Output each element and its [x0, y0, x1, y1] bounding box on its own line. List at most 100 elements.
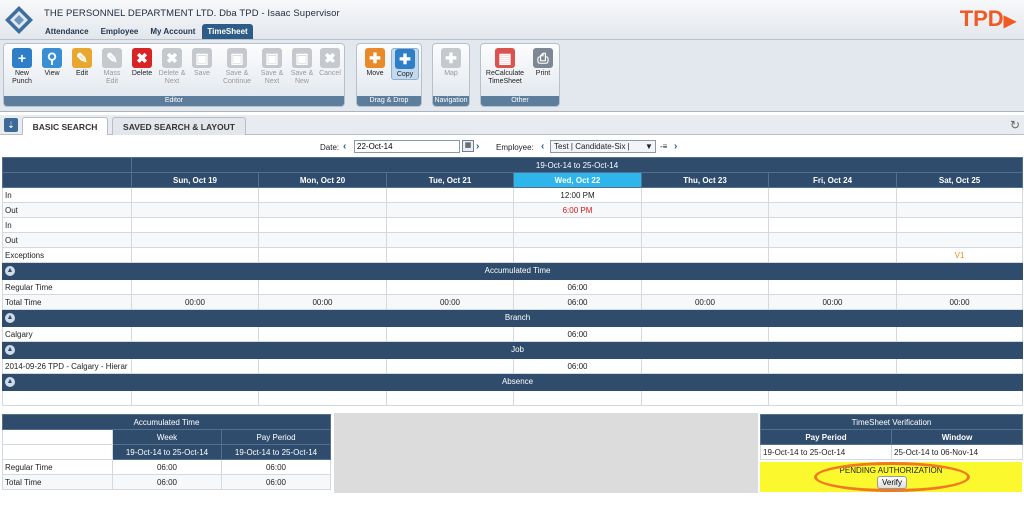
summary-total-week: 06:00: [112, 474, 222, 490]
day-header-fri[interactable]: Fri, Oct 24: [768, 172, 897, 188]
pay-period-range: 19-Oct-14 to 25-Oct-14: [220, 444, 332, 460]
bottom-spacer: [334, 413, 758, 493]
new-punch-button[interactable]: + New Punch: [8, 48, 36, 86]
edit-button[interactable]: ✎ Edit: [68, 48, 96, 78]
highlight-annotation: [814, 462, 970, 492]
top-bar: THE PERSONNEL DEPARTMENT LTD. Dba TPD - …: [0, 0, 1024, 40]
drag-drop-group-label: Drag & Drop: [357, 96, 421, 106]
table-row: Calgary 06:00: [2, 326, 1024, 342]
view-button[interactable]: ⚲ View: [38, 48, 66, 78]
delete-next-button[interactable]: ✖ Delete & Next: [158, 48, 186, 86]
cancel-icon: ✖: [320, 48, 340, 68]
day-header-wed[interactable]: Wed, Oct 22: [513, 172, 642, 188]
prev-employee-icon[interactable]: ‹: [541, 141, 544, 152]
day-header-sun[interactable]: Sun, Oct 19: [131, 172, 259, 188]
prev-date-icon[interactable]: ‹: [343, 141, 346, 152]
recalculate-button[interactable]: ▦ ReCalculate TimeSheet: [483, 48, 527, 86]
pencil-icon: ✎: [72, 48, 92, 68]
table-row: Exceptions V1: [2, 247, 1024, 263]
save-new-button[interactable]: ▣ Save & New: [288, 48, 316, 86]
toolbar-ribbon: + New Punch ⚲ View ✎ Edit ✎ Mass Edit ✖ Delet…: [0, 40, 1024, 112]
col-pay-period: Pay Period: [220, 429, 332, 445]
total-time-cell: 00:00: [131, 294, 259, 310]
menu-timesheet[interactable]: TimeSheet: [202, 24, 253, 39]
total-time-cell: 00:00: [641, 294, 769, 310]
punch-out-cell[interactable]: 6:00 PM: [513, 202, 642, 218]
employee-options-icon[interactable]: -≡: [660, 142, 667, 151]
table-row: Total Time 06:00 06:00: [2, 474, 332, 490]
day-header-thu[interactable]: Thu, Oct 23: [641, 172, 769, 188]
save-next-icon: ▣: [262, 48, 282, 68]
week-range: 19-Oct-14 to 25-Oct-14: [112, 444, 222, 460]
save-button[interactable]: ▣ Save: [188, 48, 216, 78]
job-name: 2014-09-26 TPD - Calgary - Hierar: [2, 358, 132, 374]
regular-time-cell: 06:00: [513, 279, 642, 295]
week-range-header: 19-Oct-14 to 25-Oct-14: [130, 157, 1024, 173]
drag-drop-group: ✚ Move ✚ Copy Drag & Drop: [356, 43, 422, 107]
collapse-icon[interactable]: ⇣: [4, 118, 18, 132]
job-section[interactable]: ▲ Job: [1, 341, 1024, 359]
collapse-up-icon[interactable]: ▲: [5, 313, 15, 323]
delete-icon: ✖: [132, 48, 152, 68]
copy-button[interactable]: ✚ Copy: [391, 48, 419, 80]
row-label-exceptions: Exceptions: [2, 247, 132, 263]
save-next-button[interactable]: ▣ Save & Next: [258, 48, 286, 86]
exception-code-link[interactable]: V1: [895, 247, 1024, 263]
next-date-icon[interactable]: ›: [476, 141, 479, 152]
editor-group-label: Editor: [4, 96, 344, 106]
editor-group: + New Punch ⚲ View ✎ Edit ✎ Mass Edit ✖ Delet…: [3, 43, 345, 107]
collapse-up-icon[interactable]: ▲: [5, 377, 15, 387]
calculator-icon: ▦: [495, 48, 515, 68]
col-pay-period: Pay Period: [760, 429, 892, 445]
total-time-cell: 00:00: [895, 294, 1024, 310]
other-group-label: Other: [481, 96, 559, 106]
menu-my-account[interactable]: My Account: [145, 24, 200, 39]
search-tabs-bar: ⇣ BASIC SEARCH SAVED SEARCH & LAYOUT ↻: [0, 115, 1024, 135]
mass-edit-button[interactable]: ✎ Mass Edit: [98, 48, 126, 86]
absence-section[interactable]: ▲ Absence: [1, 373, 1024, 391]
main-menu: Attendance Employee My Account TimeSheet: [40, 24, 255, 40]
save-continue-button[interactable]: ▣ Save & Continue: [220, 48, 254, 86]
refresh-icon[interactable]: ↻: [1010, 118, 1020, 132]
move-button[interactable]: ✚ Move: [361, 48, 389, 78]
menu-attendance[interactable]: Attendance: [40, 24, 94, 39]
col-week: Week: [112, 429, 222, 445]
accumulated-time-section[interactable]: ▲ Accumulated Time: [1, 262, 1024, 280]
day-header-sat[interactable]: Sat, Oct 25: [895, 172, 1024, 188]
col-window: Window: [891, 429, 1023, 445]
delete-button[interactable]: ✖ Delete: [128, 48, 156, 78]
timesheet-verification: TimeSheet Verification Pay Period Window…: [760, 414, 1023, 460]
table-row: In: [2, 217, 1024, 233]
date-label: Date:: [320, 143, 340, 152]
cancel-button[interactable]: ✖ Cancel: [316, 48, 344, 78]
summary-regular-label: Regular Time: [2, 459, 113, 475]
punch-in-cell[interactable]: 12:00 PM: [513, 187, 642, 203]
total-time-cell: 06:00: [513, 294, 642, 310]
employee-select[interactable]: Test | Candidate-Six | ▼: [550, 140, 656, 153]
menu-employee[interactable]: Employee: [96, 24, 144, 39]
map-button[interactable]: ✚ Map: [437, 48, 465, 78]
tab-saved-search-layout[interactable]: SAVED SEARCH & LAYOUT: [112, 117, 246, 135]
table-row: Regular Time 06:00 06:00: [2, 459, 332, 475]
move-icon: ✚: [365, 48, 385, 68]
job-time-cell: 06:00: [513, 358, 642, 374]
accumulated-time-summary: Accumulated Time Week Pay Period 19-Oct-…: [1, 414, 332, 490]
navigation-group: ✚ Map Navigation: [432, 43, 470, 107]
collapse-up-icon[interactable]: ▲: [5, 266, 15, 276]
tab-basic-search[interactable]: BASIC SEARCH: [22, 117, 108, 135]
mass-edit-icon: ✎: [102, 48, 122, 68]
summary-regular-pay: 06:00: [220, 459, 332, 475]
table-row: In 12:00 PM: [2, 187, 1024, 203]
next-employee-icon[interactable]: ›: [674, 141, 677, 152]
calendar-icon[interactable]: ▦: [462, 140, 474, 152]
date-input[interactable]: [354, 140, 460, 153]
day-header-mon[interactable]: Mon, Oct 20: [258, 172, 387, 188]
branch-section[interactable]: ▲ Branch: [1, 309, 1024, 327]
print-button[interactable]: ⎙ Print: [529, 48, 557, 78]
copy-icon: ✚: [395, 49, 415, 69]
row-label-out: Out: [2, 232, 132, 248]
day-header-tue[interactable]: Tue, Oct 21: [386, 172, 514, 188]
collapse-up-icon[interactable]: ▲: [5, 345, 15, 355]
table-row: Total Time 00:00 00:00 00:00 06:00 00:00…: [2, 294, 1024, 310]
summary-total-label: Total Time: [2, 474, 113, 490]
